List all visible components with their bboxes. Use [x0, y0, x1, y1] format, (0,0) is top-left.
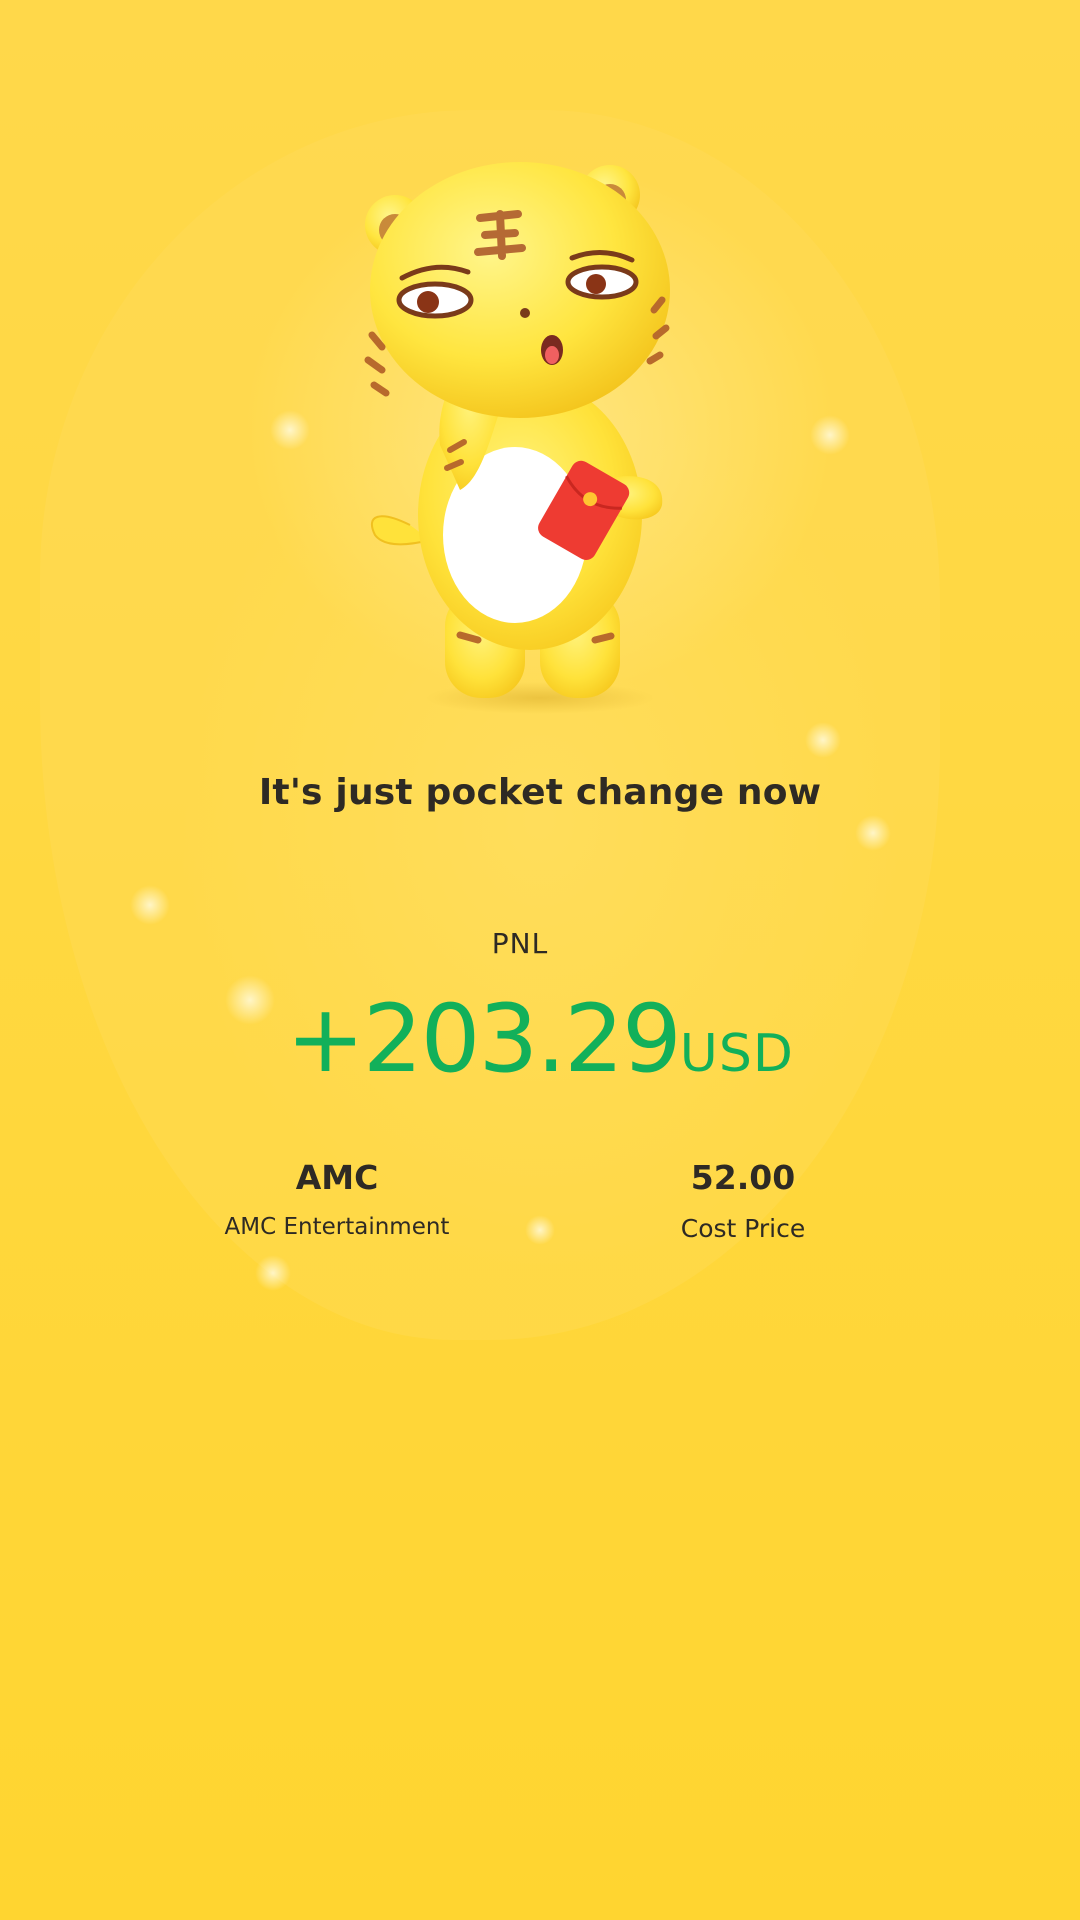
cost-info: 52.00 Cost Price [543, 1158, 943, 1244]
sparkle-decoration [130, 885, 170, 925]
sparkle-decoration [810, 415, 850, 455]
pnl-currency: USD [679, 1024, 794, 1084]
pnl-label: PNL [491, 927, 549, 960]
pnl-amount: +203.29 [286, 985, 682, 1094]
stock-symbol: AMC [295, 1158, 379, 1197]
share-card-screen: It's just pocket change now PNL +203.29U… [0, 0, 1080, 1920]
sparkle-decoration [805, 722, 841, 758]
sparkle-decoration [855, 815, 891, 851]
pnl-value: +203.29USD [0, 990, 1080, 1090]
cost-price-label: Cost Price [680, 1214, 806, 1243]
headline-text: It's just pocket change now [258, 772, 822, 813]
tiger-mascot-icon [364, 162, 670, 714]
sparkle-decoration [255, 1255, 291, 1291]
stock-info: AMC AMC Entertainment [137, 1158, 537, 1242]
stock-name: AMC Entertainment [224, 1214, 450, 1240]
sparkle-decoration [270, 410, 310, 450]
cost-price-value: 52.00 [690, 1158, 796, 1197]
